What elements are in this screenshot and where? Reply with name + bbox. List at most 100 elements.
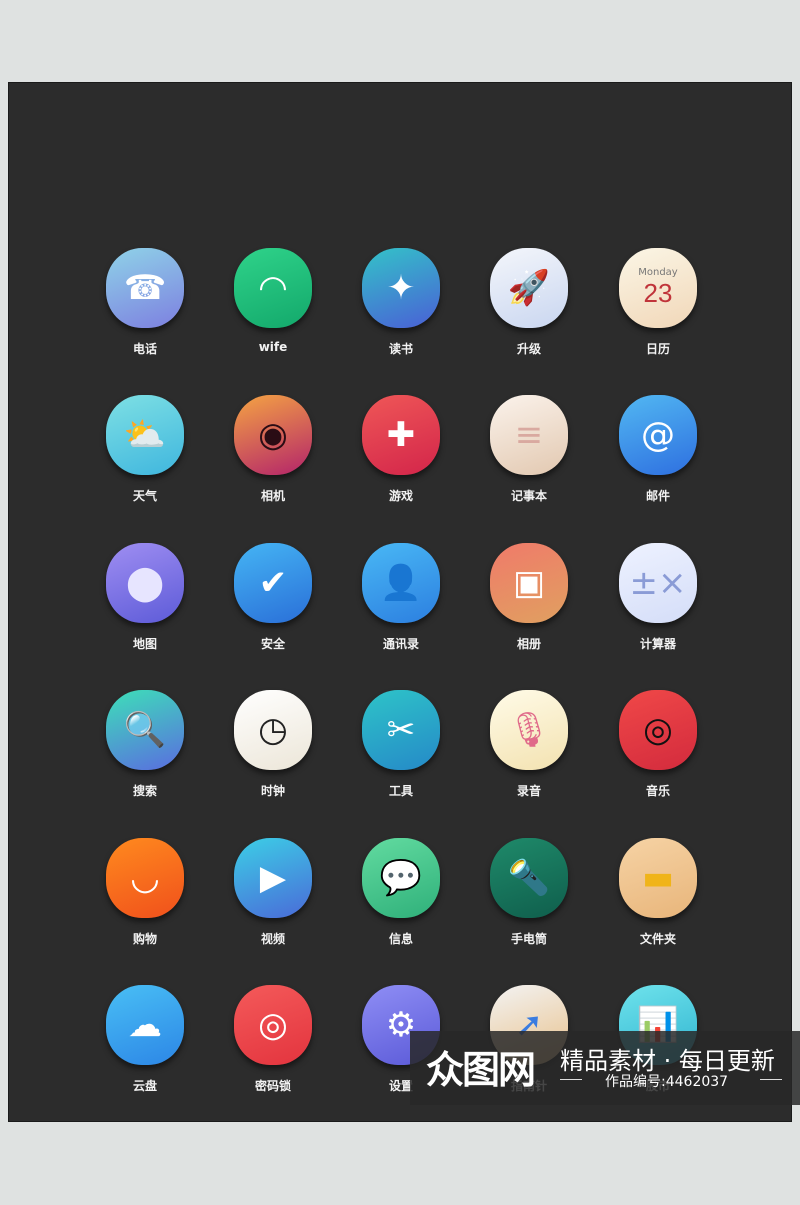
app-label: 通讯录 — [382, 637, 419, 651]
book-icon[interactable]: ✦ — [362, 248, 440, 328]
microphone-icon[interactable]: 🎙 — [490, 690, 568, 770]
message-icon[interactable]: 💬 — [362, 838, 440, 918]
app-contacts[interactable]: 👤 通讯录 — [351, 543, 451, 663]
camera-icon[interactable]: ◉ — [234, 395, 312, 475]
icon-glyph: ◎ — [643, 710, 673, 750]
app-label: 时钟 — [260, 784, 285, 798]
app-label: 信息 — [388, 932, 413, 946]
app-notebook[interactable]: ≡ 记事本 — [479, 395, 579, 515]
app-photo-album[interactable]: ▣ 相册 — [479, 543, 579, 663]
weather-icon[interactable]: ⛅ — [106, 395, 184, 475]
app-message[interactable]: 💬 信息 — [351, 838, 451, 958]
app-label: 计算器 — [639, 637, 676, 651]
search-icon[interactable]: 🔍 — [106, 690, 184, 770]
app-label: 相机 — [260, 489, 285, 503]
app-folder[interactable]: ▬ 文件夹 — [608, 838, 708, 958]
icon-glyph: ▣ — [512, 563, 546, 603]
app-label: 安全 — [260, 637, 285, 651]
app-label: 日历 — [645, 342, 670, 356]
gamepad-icon[interactable]: ✚ — [362, 395, 440, 475]
icon-glyph: ◉ — [258, 415, 288, 455]
app-search[interactable]: 🔍 搜索 — [95, 690, 195, 810]
app-rocket[interactable]: 🚀 升级 — [479, 248, 579, 368]
app-clock[interactable]: ◷ 时钟 — [223, 690, 323, 810]
app-mail[interactable]: @ 邮件 — [608, 395, 708, 515]
icon-glyph: 🚀 — [507, 268, 551, 308]
app-book[interactable]: ✦ 读书 — [351, 248, 451, 368]
photo-album-icon[interactable]: ▣ — [490, 543, 568, 623]
icon-glyph: ✦ — [386, 268, 416, 308]
icon-glyph: 🔦 — [507, 858, 551, 898]
app-shield[interactable]: ✔ 安全 — [223, 543, 323, 663]
app-label: 地图 — [132, 637, 157, 651]
mail-icon[interactable]: @ — [619, 395, 697, 475]
icon-glyph: 👤 — [379, 563, 423, 603]
icon-glyph: ▶ — [259, 858, 287, 898]
app-calculator[interactable]: ±× 计算器 — [608, 543, 708, 663]
icon-glyph: ⬤ — [125, 563, 165, 603]
app-telephone[interactable]: ☎ 电话 — [95, 248, 195, 368]
app-wifi[interactable]: ◠ wife — [223, 248, 323, 368]
app-shopping[interactable]: ◡ 购物 — [95, 838, 195, 958]
video-play-icon[interactable]: ▶ — [234, 838, 312, 918]
app-label: 电话 — [132, 342, 157, 356]
icon-glyph: 💬 — [379, 858, 423, 898]
rocket-icon[interactable]: 🚀 — [490, 248, 568, 328]
app-tools[interactable]: ✂ 工具 — [351, 690, 451, 810]
music-record-icon[interactable]: ◎ — [619, 690, 697, 770]
app-label: 搜索 — [132, 784, 157, 798]
icon-glyph: ☎ — [123, 268, 167, 308]
icon-glyph: @ — [641, 415, 675, 455]
app-label: 记事本 — [510, 489, 547, 503]
icon-glyph: ✚ — [386, 415, 416, 455]
calendar-icon[interactable]: Monday 23 — [619, 248, 697, 328]
app-label: 录音 — [516, 784, 541, 798]
app-camera[interactable]: ◉ 相机 — [223, 395, 323, 515]
app-gamepad[interactable]: ✚ 游戏 — [351, 395, 451, 515]
clock-icon[interactable]: ◷ — [234, 690, 312, 770]
map-pin-icon[interactable]: ⬤ — [106, 543, 184, 623]
app-label: 游戏 — [388, 489, 413, 503]
divider — [760, 1079, 782, 1080]
cloud-icon[interactable]: ☁ — [106, 985, 184, 1065]
app-label: 相册 — [516, 637, 541, 651]
app-label: 手电筒 — [510, 932, 547, 946]
watermark-banner: 众图网 精品素材 · 每日更新 作品编号:4462037 — [410, 1031, 800, 1105]
tools-icon[interactable]: ✂ — [362, 690, 440, 770]
app-music-record[interactable]: ◎ 音乐 — [608, 690, 708, 810]
icon-glyph: ⛅ — [123, 415, 167, 455]
flashlight-icon[interactable]: 🔦 — [490, 838, 568, 918]
calendar-face: Monday 23 — [638, 267, 677, 309]
shield-icon[interactable]: ✔ — [234, 543, 312, 623]
icon-glyph: ±× — [629, 563, 687, 603]
folder-icon[interactable]: ▬ — [619, 838, 697, 918]
app-label: 邮件 — [645, 489, 670, 503]
app-label: 升级 — [516, 342, 541, 356]
app-microphone[interactable]: 🎙 录音 — [479, 690, 579, 810]
watermark-logo: 众图网 — [426, 1048, 536, 1092]
app-weather[interactable]: ⛅ 天气 — [95, 395, 195, 515]
calculator-icon[interactable]: ±× — [619, 543, 697, 623]
telephone-icon[interactable]: ☎ — [106, 248, 184, 328]
app-flashlight[interactable]: 🔦 手电筒 — [479, 838, 579, 958]
wifi-icon[interactable]: ◠ — [234, 248, 312, 328]
notebook-icon[interactable]: ≡ — [490, 395, 568, 475]
app-fingerprint[interactable]: ◎ 密码锁 — [223, 985, 323, 1105]
shopping-icon[interactable]: ◡ — [106, 838, 184, 918]
icon-glyph: ◎ — [258, 1005, 288, 1045]
app-label: 云盘 — [132, 1079, 157, 1093]
calendar-date: 23 — [643, 278, 673, 308]
fingerprint-icon[interactable]: ◎ — [234, 985, 312, 1065]
app-video-play[interactable]: ▶ 视频 — [223, 838, 323, 958]
app-cloud[interactable]: ☁ 云盘 — [95, 985, 195, 1105]
icon-glyph: ✔ — [258, 563, 288, 603]
divider — [560, 1079, 582, 1080]
icon-glyph: ≡ — [514, 415, 544, 455]
app-label: wife — [258, 340, 288, 354]
app-calendar[interactable]: Monday 23 日历 — [608, 248, 708, 368]
icon-glyph: ☁ — [128, 1005, 162, 1045]
contacts-icon[interactable]: 👤 — [362, 543, 440, 623]
app-map-pin[interactable]: ⬤ 地图 — [95, 543, 195, 663]
icon-glyph: ◠ — [258, 268, 288, 308]
icon-glyph: 🎙 — [507, 710, 551, 750]
